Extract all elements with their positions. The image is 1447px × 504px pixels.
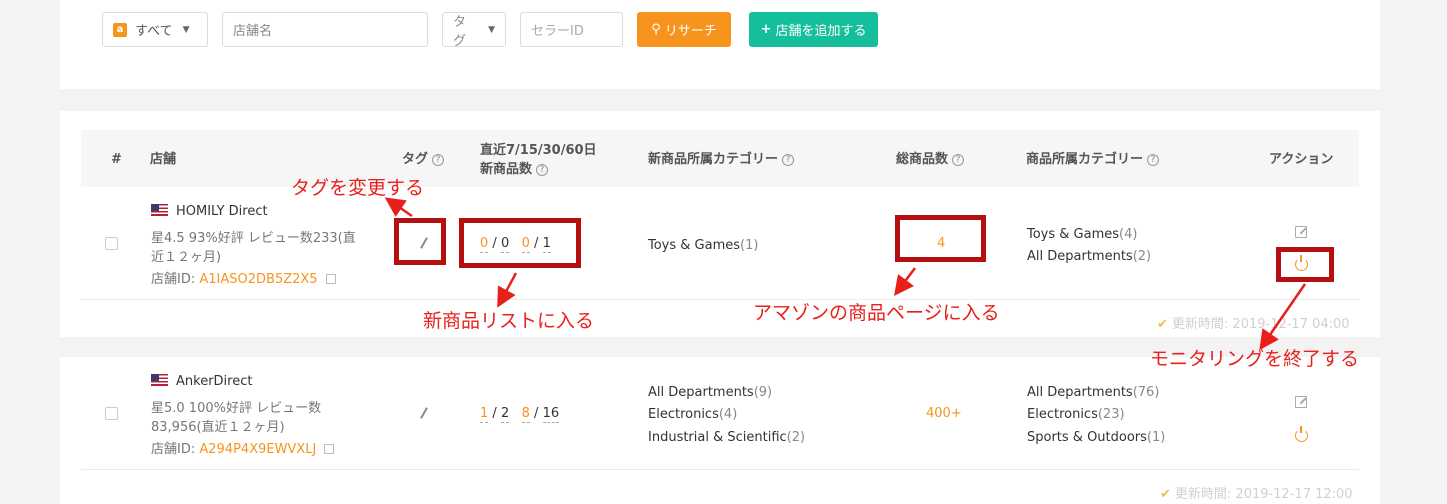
arrow-new-list [497, 272, 518, 308]
arrow-power [1259, 283, 1307, 351]
arrow-amazon [894, 267, 916, 296]
annotation-arrows [384, 197, 1307, 351]
arrow-tag [384, 197, 413, 218]
